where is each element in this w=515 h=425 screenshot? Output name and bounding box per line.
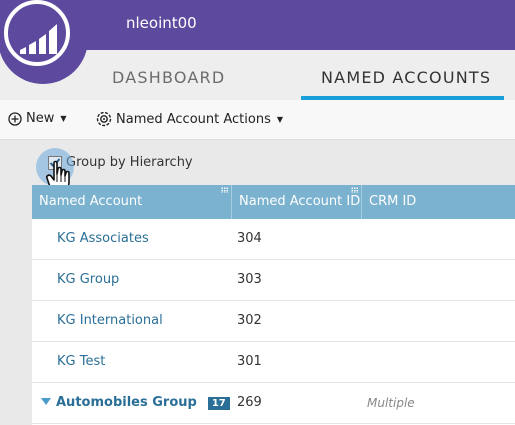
bars-logo-icon	[20, 24, 57, 54]
tab-named-accounts[interactable]: NAMED ACCOUNTS	[321, 68, 491, 87]
account-name-link[interactable]: KG Associates	[57, 219, 149, 259]
user-name[interactable]: nleoint00	[126, 14, 197, 32]
toolbar: New ▼ Named Account Actions ▼	[0, 100, 515, 140]
column-resize-grip-icon[interactable]	[351, 187, 358, 193]
account-name-link[interactable]: KG Group	[57, 260, 119, 300]
group-row[interactable]: Automobiles Group 17 269 Multiple	[32, 383, 515, 424]
collapse-triangle-icon[interactable]	[41, 398, 51, 405]
group-by-row: Group by Hierarchy	[0, 141, 515, 185]
group-count-badge: 17	[207, 396, 230, 410]
group-name-label: Automobiles Group	[56, 395, 197, 410]
caret-down-icon: ▼	[60, 114, 67, 123]
table-row[interactable]: KG Associates 304	[32, 219, 515, 260]
account-name-link[interactable]: KG International	[57, 301, 163, 341]
column-header-label: Named Account ID	[239, 194, 361, 209]
actions-button-label: Named Account Actions	[116, 111, 271, 127]
column-header-label: CRM ID	[369, 194, 417, 209]
account-name-link[interactable]: KG Test	[57, 342, 105, 382]
table-row[interactable]: KG Test 301	[32, 342, 515, 383]
column-header-named-account[interactable]: Named Account	[32, 185, 232, 219]
table-header: Named Account Named Account ID CRM ID	[32, 185, 515, 219]
named-accounts-table: Named Account Named Account ID CRM ID KG…	[32, 185, 515, 425]
account-id: 304	[237, 231, 262, 246]
caret-down-icon: ▼	[276, 114, 284, 124]
account-id: 269	[237, 395, 262, 410]
tab-dashboard[interactable]: DASHBOARD	[112, 68, 225, 87]
column-header-named-account-id[interactable]: Named Account ID	[232, 185, 362, 219]
account-id: 301	[237, 354, 262, 369]
new-button-label: New	[26, 111, 55, 126]
crm-id: Multiple	[367, 396, 415, 410]
table-row[interactable]: KG Group 303	[32, 260, 515, 301]
account-id: 302	[237, 313, 262, 328]
new-button[interactable]: New ▼	[8, 111, 67, 126]
plus-circle-icon	[8, 111, 22, 126]
named-account-actions-button[interactable]: Named Account Actions ▼	[96, 111, 283, 127]
column-header-label: Named Account	[39, 194, 143, 209]
column-resize-grip-icon[interactable]	[221, 187, 228, 193]
target-gear-icon	[96, 111, 112, 127]
column-header-crm-id[interactable]: CRM ID	[362, 185, 515, 219]
table-row[interactable]: KG International 302	[32, 301, 515, 342]
group-by-hierarchy-label[interactable]: Group by Hierarchy	[66, 155, 193, 170]
account-id: 303	[237, 272, 262, 287]
group-name-link[interactable]: Automobiles Group 17	[56, 383, 230, 423]
